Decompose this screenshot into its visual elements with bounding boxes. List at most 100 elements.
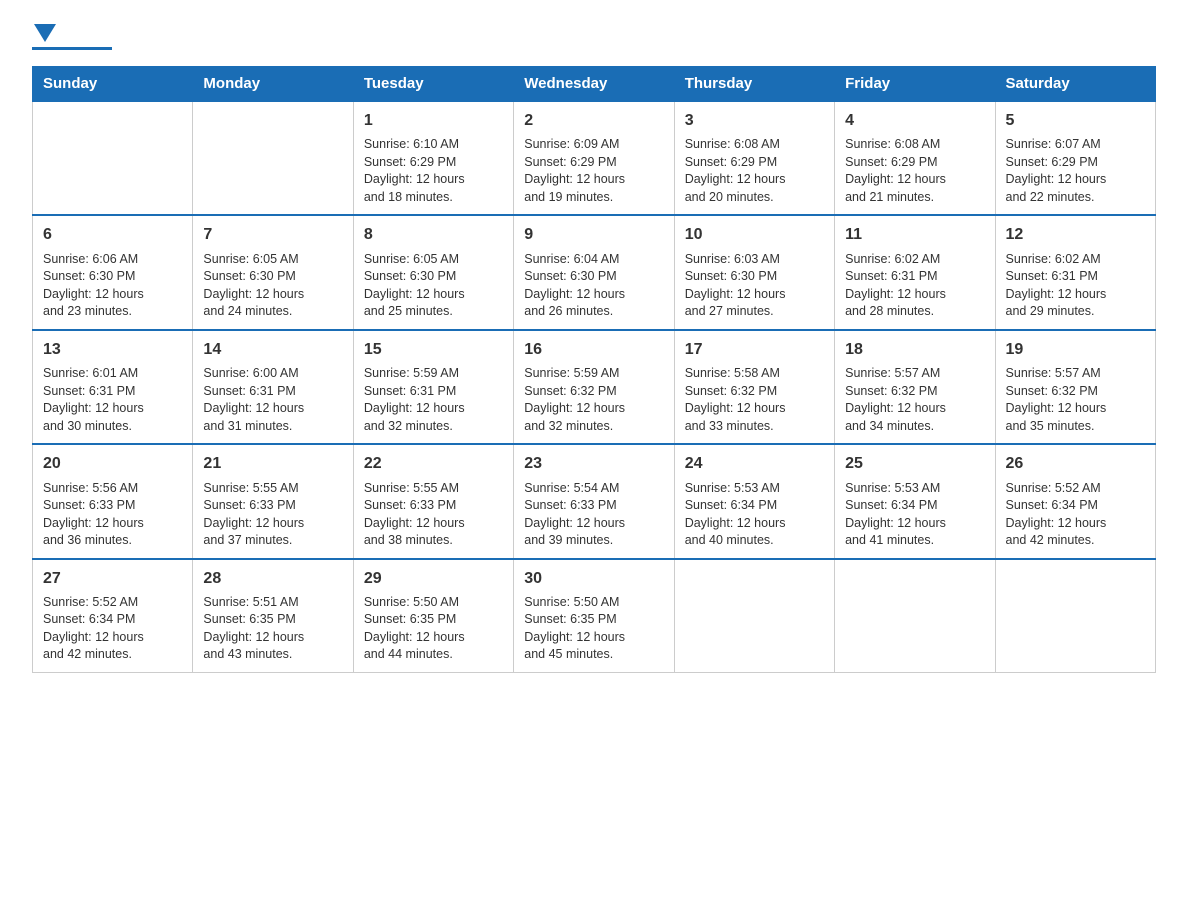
calendar-week-1: 1 Sunrise: 6:10 AM Sunset: 6:29 PM Daylig… <box>33 101 1156 215</box>
calendar-cell: 10 Sunrise: 6:03 AM Sunset: 6:30 PM Dayli… <box>674 215 834 329</box>
calendar-cell: 23 Sunrise: 5:54 AM Sunset: 6:33 PM Dayli… <box>514 444 674 558</box>
calendar-cell: 7 Sunrise: 6:05 AM Sunset: 6:30 PM Daylig… <box>193 215 353 329</box>
day-info: Sunrise: 6:04 AM Sunset: 6:30 PM Dayligh… <box>524 251 663 321</box>
logo-line <box>32 47 112 50</box>
day-info: Sunrise: 5:56 AM Sunset: 6:33 PM Dayligh… <box>43 480 182 550</box>
day-number: 9 <box>524 224 663 246</box>
weekday-header-tuesday: Tuesday <box>353 67 513 102</box>
day-info: Sunrise: 6:03 AM Sunset: 6:30 PM Dayligh… <box>685 251 824 321</box>
calendar-week-3: 13Sunrise: 6:01 AM Sunset: 6:31 PM Dayli… <box>33 330 1156 444</box>
day-number: 6 <box>43 224 182 246</box>
day-info: Sunrise: 6:08 AM Sunset: 6:29 PM Dayligh… <box>845 136 984 206</box>
weekday-header-friday: Friday <box>835 67 995 102</box>
day-number: 1 <box>364 110 503 132</box>
day-number: 3 <box>685 110 824 132</box>
weekday-header-thursday: Thursday <box>674 67 834 102</box>
calendar-cell: 6Sunrise: 6:06 AM Sunset: 6:30 PM Daylig… <box>33 215 193 329</box>
day-info: Sunrise: 6:00 AM Sunset: 6:31 PM Dayligh… <box>203 365 342 435</box>
day-info: Sunrise: 6:05 AM Sunset: 6:30 PM Dayligh… <box>364 251 503 321</box>
calendar-cell: 8 Sunrise: 6:05 AM Sunset: 6:30 PM Daylig… <box>353 215 513 329</box>
calendar-cell: 2 Sunrise: 6:09 AM Sunset: 6:29 PM Daylig… <box>514 101 674 215</box>
day-number: 29 <box>364 568 503 590</box>
calendar-cell: 15 Sunrise: 5:59 AM Sunset: 6:31 PM Dayli… <box>353 330 513 444</box>
day-info: Sunrise: 6:02 AM Sunset: 6:31 PM Dayligh… <box>845 251 984 321</box>
day-info: Sunrise: 6:09 AM Sunset: 6:29 PM Dayligh… <box>524 136 663 206</box>
calendar-week-5: 27 Sunrise: 5:52 AM Sunset: 6:34 PM Dayli… <box>33 559 1156 673</box>
day-info: Sunrise: 5:52 AM Sunset: 6:34 PM Dayligh… <box>43 594 182 664</box>
calendar-cell: 22 Sunrise: 5:55 AM Sunset: 6:33 PM Dayli… <box>353 444 513 558</box>
day-info: Sunrise: 5:55 AM Sunset: 6:33 PM Dayligh… <box>203 480 342 550</box>
day-number: 28 <box>203 568 342 590</box>
day-number: 12 <box>1006 224 1145 246</box>
day-number: 23 <box>524 453 663 475</box>
calendar-table: SundayMondayTuesdayWednesdayThursdayFrid… <box>32 66 1156 673</box>
day-number: 20 <box>43 453 182 475</box>
day-info: Sunrise: 5:59 AM Sunset: 6:32 PM Dayligh… <box>524 365 663 435</box>
calendar-header-row: SundayMondayTuesdayWednesdayThursdayFrid… <box>33 67 1156 102</box>
day-number: 19 <box>1006 339 1145 361</box>
calendar-cell: 12 Sunrise: 6:02 AM Sunset: 6:31 PM Dayli… <box>995 215 1155 329</box>
calendar-cell <box>835 559 995 673</box>
calendar-cell: 25 Sunrise: 5:53 AM Sunset: 6:34 PM Dayli… <box>835 444 995 558</box>
day-info: Sunrise: 6:05 AM Sunset: 6:30 PM Dayligh… <box>203 251 342 321</box>
day-number: 8 <box>364 224 503 246</box>
calendar-cell: 26Sunrise: 5:52 AM Sunset: 6:34 PM Dayli… <box>995 444 1155 558</box>
day-number: 5 <box>1006 110 1145 132</box>
calendar-cell: 14Sunrise: 6:00 AM Sunset: 6:31 PM Dayli… <box>193 330 353 444</box>
calendar-cell: 1 Sunrise: 6:10 AM Sunset: 6:29 PM Daylig… <box>353 101 513 215</box>
day-info: Sunrise: 5:57 AM Sunset: 6:32 PM Dayligh… <box>1006 365 1145 435</box>
day-number: 15 <box>364 339 503 361</box>
day-number: 13 <box>43 339 182 361</box>
day-number: 30 <box>524 568 663 590</box>
calendar-cell: 9 Sunrise: 6:04 AM Sunset: 6:30 PM Daylig… <box>514 215 674 329</box>
weekday-header-monday: Monday <box>193 67 353 102</box>
day-info: Sunrise: 6:02 AM Sunset: 6:31 PM Dayligh… <box>1006 251 1145 321</box>
day-number: 7 <box>203 224 342 246</box>
calendar-cell: 3 Sunrise: 6:08 AM Sunset: 6:29 PM Daylig… <box>674 101 834 215</box>
day-number: 2 <box>524 110 663 132</box>
calendar-cell: 30Sunrise: 5:50 AM Sunset: 6:35 PM Dayli… <box>514 559 674 673</box>
day-info: Sunrise: 5:55 AM Sunset: 6:33 PM Dayligh… <box>364 480 503 550</box>
day-number: 18 <box>845 339 984 361</box>
day-number: 11 <box>845 224 984 246</box>
day-info: Sunrise: 5:59 AM Sunset: 6:31 PM Dayligh… <box>364 365 503 435</box>
day-info: Sunrise: 5:57 AM Sunset: 6:32 PM Dayligh… <box>845 365 984 435</box>
calendar-cell: 28 Sunrise: 5:51 AM Sunset: 6:35 PM Dayli… <box>193 559 353 673</box>
day-info: Sunrise: 5:50 AM Sunset: 6:35 PM Dayligh… <box>364 594 503 664</box>
calendar-cell <box>33 101 193 215</box>
day-info: Sunrise: 5:53 AM Sunset: 6:34 PM Dayligh… <box>845 480 984 550</box>
day-number: 4 <box>845 110 984 132</box>
day-number: 10 <box>685 224 824 246</box>
calendar-cell: 21 Sunrise: 5:55 AM Sunset: 6:33 PM Dayli… <box>193 444 353 558</box>
calendar-cell: 17 Sunrise: 5:58 AM Sunset: 6:32 PM Dayli… <box>674 330 834 444</box>
day-info: Sunrise: 5:51 AM Sunset: 6:35 PM Dayligh… <box>203 594 342 664</box>
day-info: Sunrise: 5:58 AM Sunset: 6:32 PM Dayligh… <box>685 365 824 435</box>
day-info: Sunrise: 5:53 AM Sunset: 6:34 PM Dayligh… <box>685 480 824 550</box>
calendar-week-4: 20 Sunrise: 5:56 AM Sunset: 6:33 PM Dayli… <box>33 444 1156 558</box>
day-info: Sunrise: 6:10 AM Sunset: 6:29 PM Dayligh… <box>364 136 503 206</box>
day-number: 25 <box>845 453 984 475</box>
calendar-cell: 19 Sunrise: 5:57 AM Sunset: 6:32 PM Dayli… <box>995 330 1155 444</box>
day-number: 16 <box>524 339 663 361</box>
calendar-cell <box>674 559 834 673</box>
day-info: Sunrise: 6:07 AM Sunset: 6:29 PM Dayligh… <box>1006 136 1145 206</box>
day-info: Sunrise: 5:52 AM Sunset: 6:34 PM Dayligh… <box>1006 480 1145 550</box>
logo-triangle-icon <box>34 24 56 42</box>
calendar-cell: 18 Sunrise: 5:57 AM Sunset: 6:32 PM Dayli… <box>835 330 995 444</box>
calendar-cell: 29 Sunrise: 5:50 AM Sunset: 6:35 PM Dayli… <box>353 559 513 673</box>
logo <box>32 24 116 50</box>
day-number: 24 <box>685 453 824 475</box>
day-number: 17 <box>685 339 824 361</box>
calendar-cell: 27 Sunrise: 5:52 AM Sunset: 6:34 PM Dayli… <box>33 559 193 673</box>
weekday-header-sunday: Sunday <box>33 67 193 102</box>
day-number: 22 <box>364 453 503 475</box>
day-number: 21 <box>203 453 342 475</box>
calendar-week-2: 6Sunrise: 6:06 AM Sunset: 6:30 PM Daylig… <box>33 215 1156 329</box>
calendar-cell: 20 Sunrise: 5:56 AM Sunset: 6:33 PM Dayli… <box>33 444 193 558</box>
day-info: Sunrise: 6:08 AM Sunset: 6:29 PM Dayligh… <box>685 136 824 206</box>
calendar-cell <box>995 559 1155 673</box>
calendar-cell <box>193 101 353 215</box>
day-info: Sunrise: 5:54 AM Sunset: 6:33 PM Dayligh… <box>524 480 663 550</box>
day-number: 27 <box>43 568 182 590</box>
calendar-cell: 13Sunrise: 6:01 AM Sunset: 6:31 PM Dayli… <box>33 330 193 444</box>
